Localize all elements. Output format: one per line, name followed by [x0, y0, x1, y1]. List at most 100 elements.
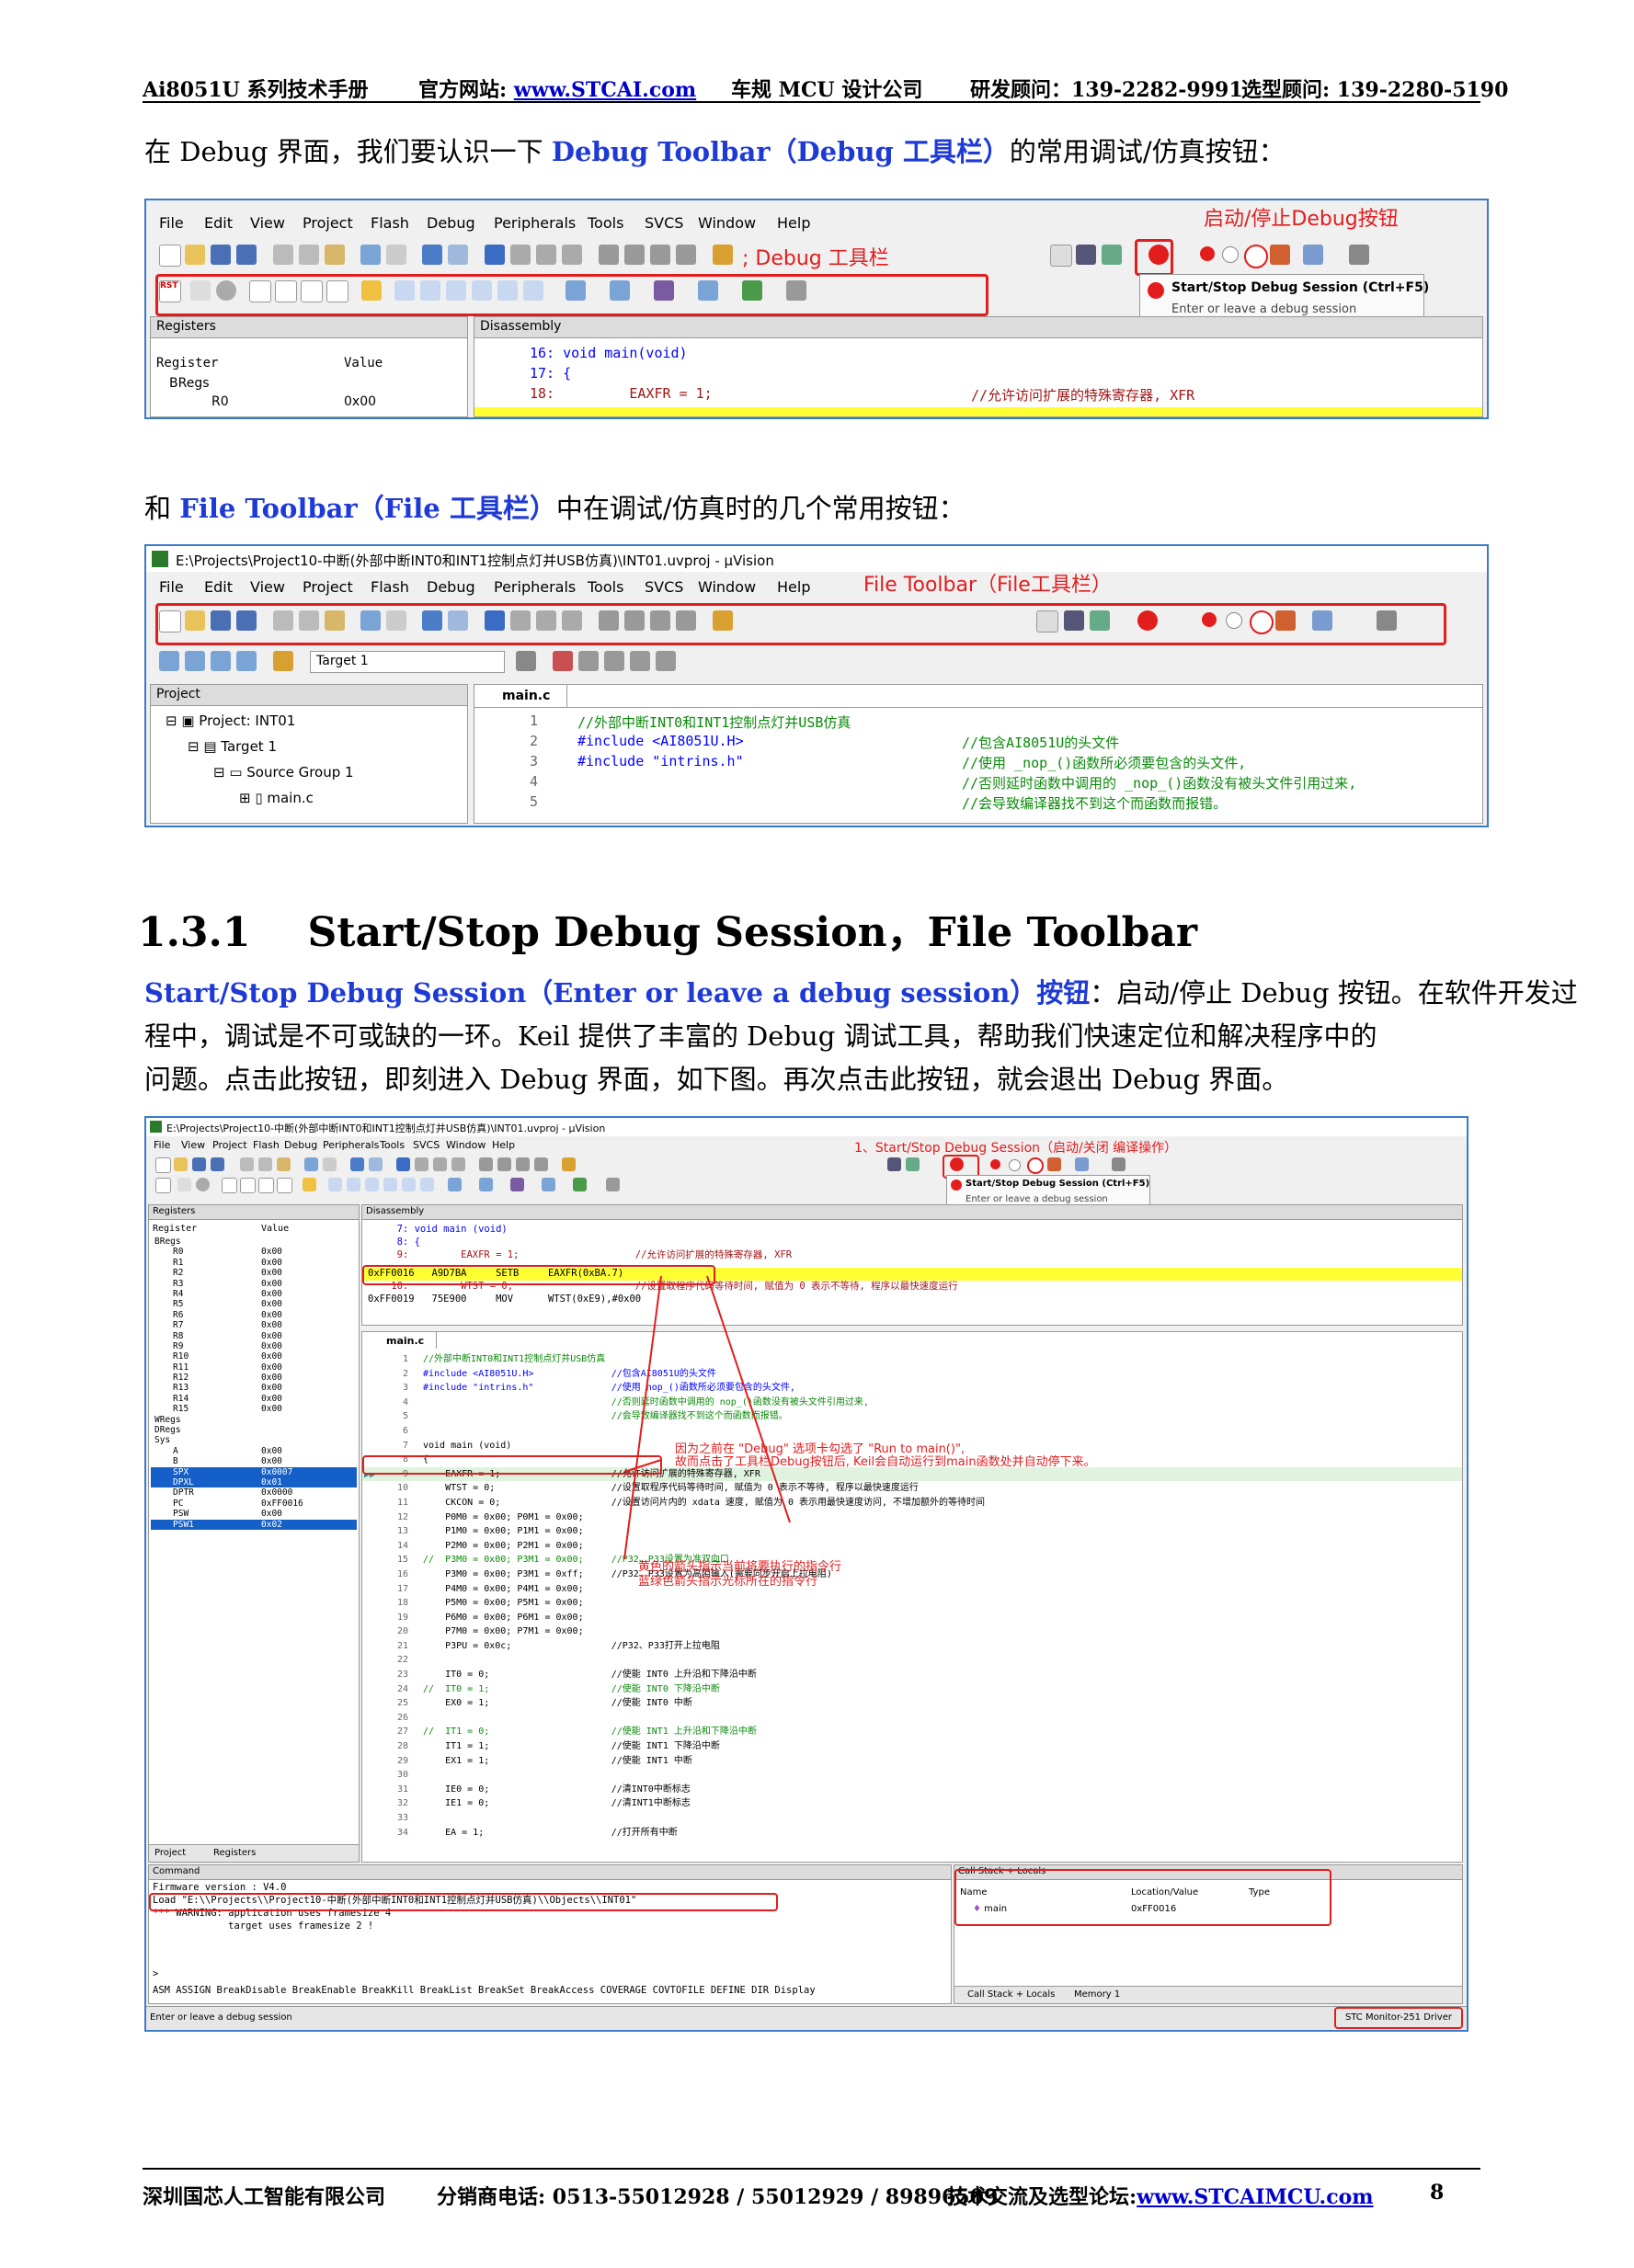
menu-file[interactable]: File [154, 1139, 170, 1151]
forum-link[interactable]: www.STCAIMCU.com [1137, 2185, 1373, 2209]
symbols-window-icon[interactable] [365, 1178, 379, 1191]
register-row[interactable]: R15 0x00 [151, 1404, 357, 1414]
kill-breakpoints-icon[interactable] [1027, 1157, 1044, 1174]
serial-window-icon[interactable] [479, 1178, 493, 1191]
menu-project[interactable]: Project [212, 1139, 247, 1151]
register-row[interactable]: R12 0x00 [151, 1373, 357, 1383]
bookmark-prev-icon[interactable] [510, 245, 531, 265]
menu-help[interactable]: Help [492, 1139, 515, 1151]
rte-icon[interactable] [656, 651, 676, 671]
nav-back-icon[interactable] [350, 1157, 364, 1171]
select-packs-icon[interactable] [630, 651, 650, 671]
menu-svcs[interactable]: SVCS [413, 1139, 440, 1151]
manage-components-icon[interactable] [553, 651, 573, 671]
kill-breakpoints-icon[interactable] [1244, 245, 1268, 268]
tree-main-c[interactable]: ⊞ ▯ main.c [239, 790, 314, 806]
target-options-icon[interactable] [516, 651, 536, 671]
save-icon[interactable] [211, 245, 231, 265]
register-row[interactable]: PSW1 0x02 [151, 1519, 357, 1530]
tab-project[interactable]: Project [154, 1848, 186, 1858]
indent-icon[interactable] [599, 245, 619, 265]
run-icon[interactable] [177, 1178, 191, 1191]
register-row[interactable]: DRegs [151, 1425, 357, 1435]
translate-icon[interactable] [159, 651, 179, 671]
uncomment-icon[interactable] [676, 245, 696, 265]
menu-file[interactable]: File [159, 578, 184, 596]
register-row[interactable]: R8 0x00 [151, 1331, 357, 1341]
memory-window-icon[interactable] [448, 1178, 462, 1191]
download-icon[interactable] [273, 651, 293, 671]
menu-tools[interactable]: Tools [380, 1139, 405, 1151]
menu-peripherals[interactable]: Peripherals [323, 1139, 379, 1151]
menu-debug[interactable]: Debug [427, 214, 475, 232]
menu-window[interactable]: Window [698, 214, 756, 232]
tree-target[interactable]: ⊟ ▤ Target 1 [188, 738, 277, 755]
tab-main-c[interactable]: main.c [362, 1332, 437, 1349]
menu-help[interactable]: Help [777, 214, 810, 232]
copy-icon[interactable] [299, 245, 319, 265]
menu-tools[interactable]: Tools [588, 578, 623, 596]
uncomment-icon[interactable] [534, 1157, 548, 1171]
tree-project[interactable]: ⊟ ▣ Project: INT01 [166, 712, 295, 729]
bookmark-clear-icon[interactable] [451, 1157, 465, 1171]
step-into-icon[interactable] [222, 1178, 237, 1193]
watch-window-icon[interactable] [420, 1178, 434, 1191]
cut-icon[interactable] [240, 1157, 254, 1171]
build-icon[interactable] [185, 651, 205, 671]
register-row[interactable]: R11 0x00 [151, 1362, 357, 1373]
register-row[interactable]: R7 0x00 [151, 1320, 357, 1330]
config-icon[interactable] [1112, 1157, 1126, 1171]
bookmark-next-icon[interactable] [536, 245, 556, 265]
register-row[interactable]: R3 0x00 [151, 1279, 357, 1289]
tree-source-group[interactable]: ⊟ ▭ Source Group 1 [213, 764, 354, 781]
disable-breakpoint-icon[interactable] [1222, 246, 1239, 263]
register-row[interactable]: A 0x00 [151, 1446, 357, 1456]
new-file-icon[interactable] [159, 245, 181, 267]
window-layout-icon[interactable] [1075, 1157, 1089, 1171]
register-row[interactable]: PSW 0x00 [151, 1509, 357, 1519]
bookmark-clear-icon[interactable] [562, 245, 582, 265]
site-link[interactable]: www.STCAI.com [514, 78, 696, 102]
find-in-files-icon[interactable] [713, 245, 733, 265]
trace-window-icon[interactable] [542, 1178, 555, 1191]
toolbox-icon[interactable] [606, 1178, 620, 1191]
call-stack-window-icon[interactable] [402, 1178, 416, 1191]
open-file-icon[interactable] [174, 1157, 188, 1171]
unindent-icon[interactable] [624, 245, 645, 265]
menu-flash[interactable]: Flash [371, 578, 409, 596]
manage-items-icon[interactable] [578, 651, 599, 671]
incremental-find-icon[interactable] [906, 1157, 920, 1171]
disable-breakpoint-icon[interactable] [1009, 1159, 1021, 1171]
menu-flash[interactable]: Flash [253, 1139, 280, 1151]
register-row[interactable]: R1 0x00 [151, 1258, 357, 1268]
menu-edit[interactable]: Edit [204, 214, 233, 232]
tab-memory[interactable]: Memory 1 [1074, 1989, 1120, 2000]
menu-view[interactable]: View [250, 214, 285, 232]
undo-icon[interactable] [304, 1157, 318, 1171]
new-file-icon[interactable] [155, 1157, 171, 1173]
tab-registers[interactable]: Registers [213, 1848, 256, 1858]
cut-icon[interactable] [273, 245, 293, 265]
analysis-window-icon[interactable] [510, 1178, 524, 1191]
register-row[interactable]: B 0x00 [151, 1456, 357, 1466]
save-icon[interactable] [192, 1157, 206, 1171]
command-window-icon[interactable] [328, 1178, 342, 1191]
config-icon[interactable] [1349, 245, 1369, 265]
show-next-statement-icon[interactable] [303, 1178, 316, 1191]
menu-flash[interactable]: Flash [371, 214, 409, 232]
bookmark-icon[interactable] [485, 245, 505, 265]
comment-icon[interactable] [650, 245, 670, 265]
reset-icon[interactable] [155, 1178, 171, 1193]
register-row[interactable]: DPXL 0x01 [151, 1476, 357, 1488]
undo-icon[interactable] [360, 245, 381, 265]
cmd-prompt[interactable]: > [153, 1968, 158, 1981]
menu-debug[interactable]: Debug [427, 578, 475, 596]
stop-icon[interactable] [196, 1178, 210, 1191]
register-row[interactable]: R2 0x00 [151, 1268, 357, 1278]
redo-icon[interactable] [323, 1157, 337, 1171]
unindent-icon[interactable] [497, 1157, 511, 1171]
menu-project[interactable]: Project [303, 214, 353, 232]
bookmark-next-icon[interactable] [433, 1157, 447, 1171]
run-to-cursor-icon[interactable] [277, 1178, 292, 1193]
registers-window-icon[interactable] [383, 1178, 397, 1191]
